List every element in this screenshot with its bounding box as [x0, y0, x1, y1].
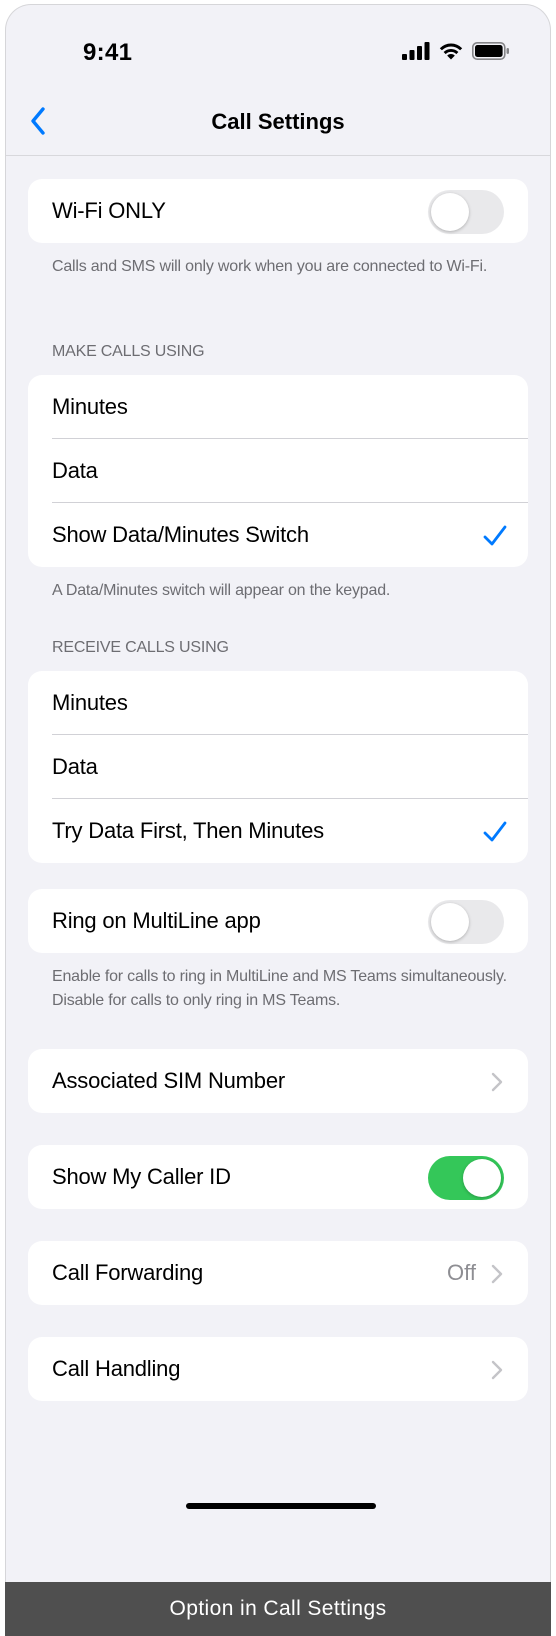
caller-id-toggle[interactable] [428, 1156, 504, 1200]
status-time: 9:41 [83, 39, 133, 66]
page-title: Call Settings [211, 109, 345, 134]
ring-multiline-label: Ring on MultiLine app [52, 908, 261, 933]
wifi-only-card: Wi-Fi ONLY [28, 179, 528, 243]
phone-screen: 9:41 Call Settings Wi-Fi ONLY Calls and … [5, 4, 551, 1582]
chevron-right-icon [491, 1264, 503, 1284]
option-label: Minutes [52, 394, 128, 419]
make-calls-option-minutes[interactable]: Minutes [28, 375, 528, 439]
associated-sim-card: Associated SIM Number [28, 1049, 528, 1113]
make-calls-card: Minutes Data Show Data/Minutes Switch [28, 375, 528, 567]
ring-multiline-toggle[interactable] [428, 900, 504, 944]
navigation-bar: Call Settings [6, 89, 550, 156]
checkmark-icon [483, 821, 507, 842]
status-bar: 9:41 [6, 5, 550, 101]
ring-multiline-footnote: Enable for calls to ring in MultiLine an… [52, 968, 507, 1009]
receive-calls-option-data[interactable]: Data [28, 735, 528, 799]
call-handling-label: Call Handling [52, 1356, 181, 1381]
option-label: Try Data First, Then Minutes [52, 818, 324, 843]
make-calls-footnote: A Data/Minutes switch will appear on the… [52, 582, 391, 599]
make-calls-header: MAKE CALLS USING [52, 343, 205, 360]
receive-calls-option-minutes[interactable]: Minutes [28, 671, 528, 735]
option-label: Data [52, 458, 98, 483]
wifi-icon [439, 43, 463, 60]
call-forwarding-card: Call Forwarding Off [28, 1241, 528, 1305]
caller-id-label: Show My Caller ID [52, 1164, 231, 1189]
receive-calls-card: Minutes Data Try Data First, Then Minute… [28, 671, 528, 863]
wifi-only-toggle[interactable] [428, 190, 504, 234]
status-icons [402, 41, 510, 60]
call-handling-card: Call Handling [28, 1337, 528, 1401]
wifi-only-label: Wi-Fi ONLY [52, 198, 166, 223]
wifi-only-row: Wi-Fi ONLY [28, 179, 528, 243]
make-calls-option-show-switch[interactable]: Show Data/Minutes Switch [28, 503, 528, 567]
toggle-knob [463, 1159, 501, 1197]
receive-calls-option-data-first[interactable]: Try Data First, Then Minutes [28, 799, 528, 863]
call-forwarding-label: Call Forwarding [52, 1260, 204, 1285]
call-forwarding-row[interactable]: Call Forwarding Off [28, 1241, 528, 1305]
make-calls-option-data[interactable]: Data [28, 439, 528, 503]
call-forwarding-value: Off [447, 1260, 476, 1285]
checkmark-icon [483, 525, 507, 546]
associated-sim-row[interactable]: Associated SIM Number [28, 1049, 528, 1113]
battery-icon [472, 41, 509, 60]
call-handling-row[interactable]: Call Handling [28, 1337, 528, 1401]
option-label: Minutes [52, 690, 128, 715]
screenshot-caption: Option in Call Settings [5, 1582, 551, 1636]
toggle-knob [431, 903, 469, 941]
receive-calls-header: RECEIVE CALLS USING [52, 639, 229, 656]
chevron-right-icon [491, 1072, 503, 1092]
caller-id-card: Show My Caller ID [28, 1145, 528, 1209]
home-indicator[interactable] [186, 1503, 376, 1509]
cellular-signal-icon [402, 41, 430, 60]
caller-id-row: Show My Caller ID [28, 1145, 528, 1209]
ring-multiline-row: Ring on MultiLine app [28, 889, 528, 953]
chevron-right-icon [491, 1360, 503, 1380]
associated-sim-label: Associated SIM Number [52, 1068, 285, 1093]
option-label: Data [52, 754, 98, 779]
ring-multiline-card: Ring on MultiLine app [28, 889, 528, 953]
option-label: Show Data/Minutes Switch [52, 522, 309, 547]
wifi-only-footnote: Calls and SMS will only work when you ar… [52, 258, 488, 275]
toggle-knob [431, 193, 469, 231]
